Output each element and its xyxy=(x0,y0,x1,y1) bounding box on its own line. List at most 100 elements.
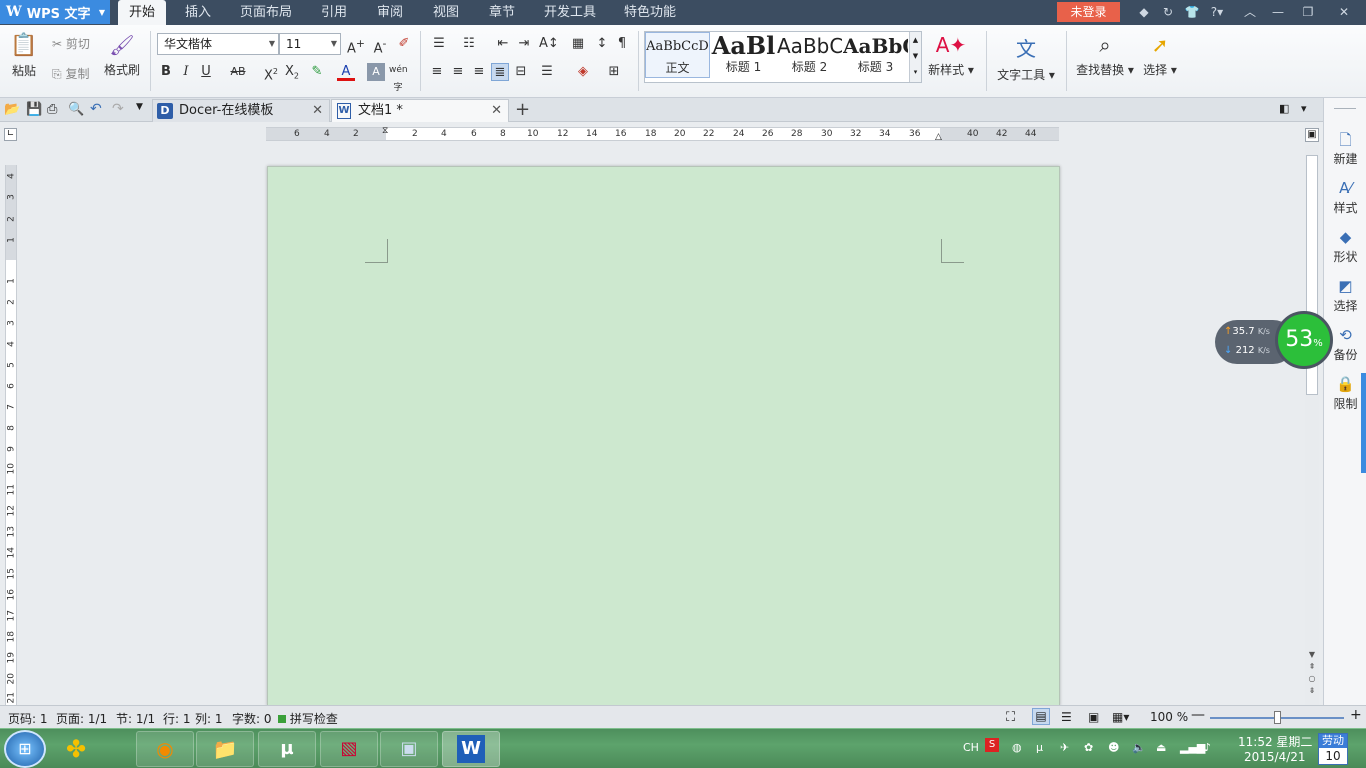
tab-references[interactable]: 引用 xyxy=(310,0,358,25)
skin-icon[interactable]: ◆ xyxy=(1136,4,1152,20)
status-words[interactable]: 字数: 0 xyxy=(232,710,272,727)
cut-button[interactable]: ✂ 剪切 xyxy=(52,35,90,52)
split-view-icon[interactable]: ▣ xyxy=(1305,128,1319,142)
highlight-icon[interactable]: ✎ xyxy=(308,63,326,81)
close-icon[interactable]: ✕ xyxy=(491,100,502,122)
taskbar-browser[interactable]: ◉ xyxy=(136,731,194,767)
tab-chapter[interactable]: 章节 xyxy=(478,0,526,25)
ime-icon[interactable]: S xyxy=(985,738,999,752)
zoom-level[interactable]: 100 % xyxy=(1150,710,1188,724)
spell-check-button[interactable]: 拼写检查 xyxy=(278,710,338,727)
open-icon[interactable]: 📂 xyxy=(4,102,20,117)
quick-access-menu-icon[interactable]: ▼ xyxy=(136,102,143,112)
tab-stop-selector[interactable]: ∟ xyxy=(4,128,17,141)
phonetic-icon[interactable]: wén 字 xyxy=(389,61,408,93)
find-replace-button[interactable]: ⌕ 查找替换 ▾ xyxy=(1074,33,1136,78)
help-icon[interactable]: ?▾ xyxy=(1206,4,1228,20)
select-button[interactable]: ➚ 选择 ▾ xyxy=(1140,33,1180,78)
char-shading-icon[interactable]: A xyxy=(367,63,385,81)
close-icon[interactable]: ✕ xyxy=(312,100,323,122)
tab-developer[interactable]: 开发工具 xyxy=(536,0,604,25)
side-restrict-button[interactable]: 🔒 限制 xyxy=(1324,375,1366,412)
pinwheel-icon[interactable]: ✤ xyxy=(66,735,86,763)
tab-docer[interactable]: D Docer-在线模板 ✕ xyxy=(152,99,330,122)
shirt-icon[interactable]: 👕 xyxy=(1184,4,1200,20)
scroll-nav[interactable]: ▼ ⇞ ○ ⇟ xyxy=(1306,649,1318,697)
strikethrough-icon[interactable]: AB xyxy=(226,63,250,81)
align-left-icon[interactable]: ≡ xyxy=(428,63,446,81)
tab-review[interactable]: 审阅 xyxy=(366,0,414,25)
bold-icon[interactable]: B xyxy=(157,63,175,81)
network-icon[interactable]: ▂▄▆ xyxy=(1180,741,1205,754)
fullscreen-icon[interactable]: ⛶ xyxy=(1006,710,1015,725)
tray-icon-3[interactable]: ✿ xyxy=(1084,741,1093,754)
calendar-widget[interactable]: 劳动 10 xyxy=(1318,733,1348,765)
superscript-icon[interactable]: X2 xyxy=(262,63,280,83)
tray-icon-2[interactable]: ✈ xyxy=(1060,741,1069,754)
horizontal-ruler[interactable]: 6 4 2 2 4 6 8 10 12 14 16 18 20 22 24 26… xyxy=(266,126,1059,142)
side-select-button[interactable]: ◩ 选择 xyxy=(1324,277,1366,314)
tab-start[interactable]: 开始 xyxy=(118,0,166,25)
distributed-icon[interactable]: ⊟ xyxy=(512,63,530,81)
outline-view-icon[interactable]: ☰ xyxy=(1061,710,1072,724)
underline-icon[interactable]: U xyxy=(197,63,215,81)
clock-date[interactable]: 2015/4/21 xyxy=(1244,750,1306,764)
app-menu-button[interactable]: W WPS 文字 ▼ xyxy=(0,0,110,24)
align-center-icon[interactable]: ≡ xyxy=(449,63,467,81)
tab-view[interactable]: 视图 xyxy=(422,0,470,25)
increase-indent-icon[interactable]: ⇥ xyxy=(515,35,533,53)
close-icon[interactable]: ✕ xyxy=(1336,4,1352,20)
tab-page-layout[interactable]: 页面布局 xyxy=(234,0,298,25)
side-new-button[interactable]: 🗋 新建 xyxy=(1324,130,1366,167)
taskbar-wps[interactable]: W xyxy=(442,731,500,767)
print-preview-icon[interactable]: 🔍 xyxy=(68,102,84,117)
page-view-icon[interactable]: ▤ xyxy=(1032,708,1050,725)
qq-icon[interactable]: ☻ xyxy=(1108,741,1119,754)
zoom-in-icon[interactable]: + xyxy=(1350,707,1362,723)
refresh-icon[interactable]: ↻ xyxy=(1160,4,1176,20)
panel-toggle-handle[interactable] xyxy=(1361,373,1366,473)
tab-document1[interactable]: W 文档1 * ✕ xyxy=(331,99,509,122)
new-style-button[interactable]: A✦ 新样式 ▾ xyxy=(926,33,976,78)
text-tools-button[interactable]: 文 文字工具 ▾ xyxy=(994,33,1058,83)
table-icon[interactable]: ▦ xyxy=(569,35,587,53)
show-marks-icon[interactable]: ¶ xyxy=(613,35,631,53)
memory-usage-circle[interactable]: 53% xyxy=(1275,311,1333,369)
shrink-font-icon[interactable]: A- xyxy=(371,35,389,56)
taskbar-app[interactable]: ▧ xyxy=(320,731,378,767)
paste-button[interactable]: 📋 粘贴 xyxy=(8,33,40,79)
save-icon[interactable]: 💾 xyxy=(26,102,42,117)
decrease-indent-icon[interactable]: ⇤ xyxy=(494,35,512,53)
usb-icon[interactable]: ⏏ xyxy=(1156,741,1166,754)
vertical-scrollbar[interactable]: ▼ ⇞ ○ ⇟ xyxy=(1305,145,1319,705)
new-tab-icon[interactable]: + xyxy=(515,99,530,120)
zoom-out-icon[interactable]: — xyxy=(1191,707,1205,723)
ime-lang[interactable]: CH xyxy=(963,741,979,754)
indent-marker-icon[interactable]: ⧖ xyxy=(382,126,388,136)
font-size-combo[interactable]: 11 ▼ xyxy=(279,33,341,55)
justify-icon[interactable]: ≣ xyxy=(491,63,509,81)
sort-icon[interactable]: ↕ xyxy=(593,35,611,53)
right-indent-marker-icon[interactable]: △ xyxy=(935,132,942,142)
tab-list-icon[interactable]: ◧ xyxy=(1279,102,1289,115)
print-icon[interactable]: ⎙ xyxy=(47,102,57,117)
zoom-slider-thumb[interactable] xyxy=(1274,711,1281,724)
copy-button[interactable]: ⎘ 复制 xyxy=(52,65,89,82)
taskbar-explorer[interactable]: 📁 xyxy=(196,731,254,767)
grow-font-icon[interactable]: A+ xyxy=(347,35,365,56)
undo-icon[interactable]: ↶ xyxy=(90,101,102,117)
line-spacing-icon[interactable]: ☰ xyxy=(538,63,556,81)
text-direction-icon[interactable]: A↕ xyxy=(539,35,559,53)
login-button[interactable]: 未登录 xyxy=(1057,2,1120,22)
start-button[interactable]: ⊞ xyxy=(4,730,46,768)
side-styles-button[interactable]: A⁄ 样式 xyxy=(1324,179,1366,216)
style-gallery-scroll[interactable]: ▲ ▼ ▾ xyxy=(909,32,921,82)
style-heading-2[interactable]: AaBbC 标题 2 xyxy=(777,32,842,78)
align-right-icon[interactable]: ≡ xyxy=(470,63,488,81)
volume-icon[interactable]: 🔈 xyxy=(1132,741,1146,754)
style-heading-3[interactable]: AaBbC 标题 3 xyxy=(843,32,908,78)
redo-icon[interactable]: ↷ xyxy=(112,101,124,117)
font-color-icon[interactable]: A xyxy=(337,63,355,81)
taskbar-utorrent[interactable]: µ xyxy=(258,731,316,767)
minimize-icon[interactable]: — xyxy=(1270,4,1286,20)
